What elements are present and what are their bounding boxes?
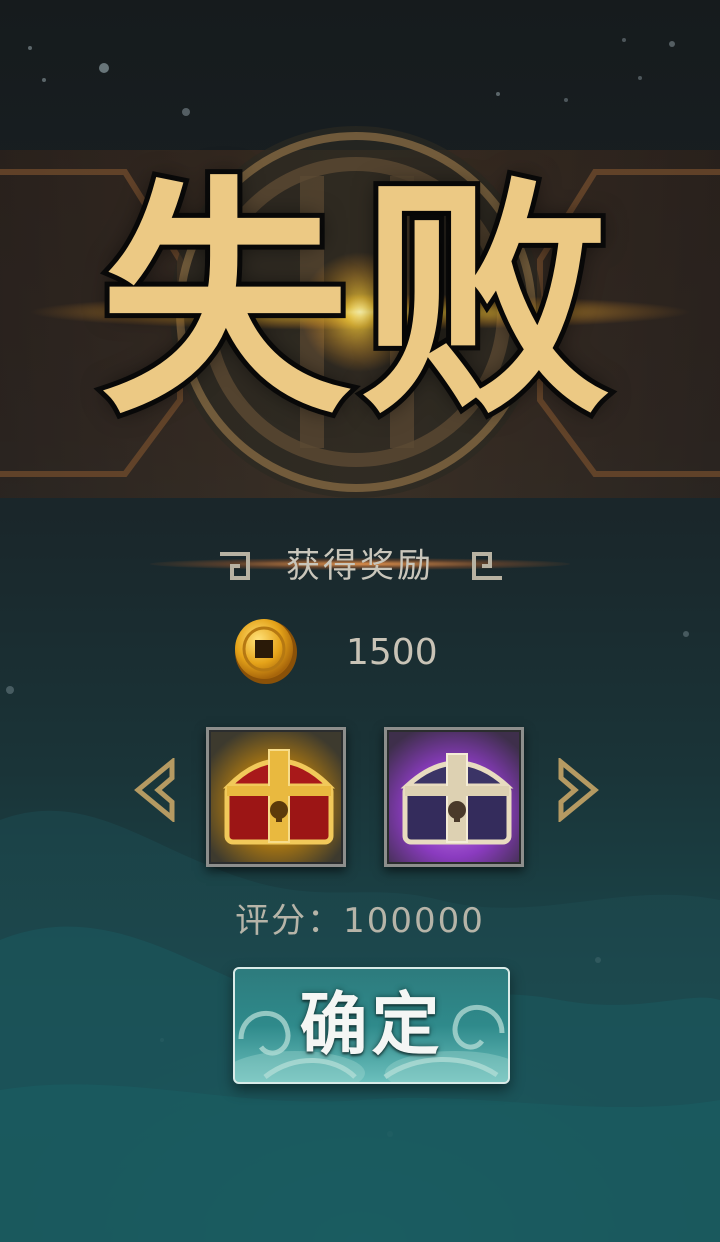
confirm-button[interactable]: 确定: [233, 967, 510, 1084]
right-ornament-icon: [472, 552, 502, 580]
coin-reward: 1500: [0, 616, 720, 692]
copper-coin-icon: [235, 619, 297, 684]
defeat-title: 失败: [95, 148, 620, 452]
chevron-left-icon[interactable]: [128, 758, 180, 822]
defeat-screen: 失败 获得奖励 1500 评分：100000 确定: [0, 0, 720, 1242]
gold-red-treasure-chest-icon: [222, 749, 336, 845]
rewards-header: 获得奖励: [0, 538, 720, 594]
score-text: 评分：100000: [235, 901, 485, 941]
chevron-right-icon[interactable]: [553, 758, 605, 822]
reward-chest-purple[interactable]: [384, 727, 524, 867]
rewards-title: 获得奖励: [286, 546, 434, 586]
coin-amount: 1500: [346, 632, 438, 673]
reward-chest-gold[interactable]: [206, 727, 346, 867]
confirm-label: 确定: [299, 986, 444, 1065]
purple-treasure-chest-icon: [400, 753, 514, 845]
